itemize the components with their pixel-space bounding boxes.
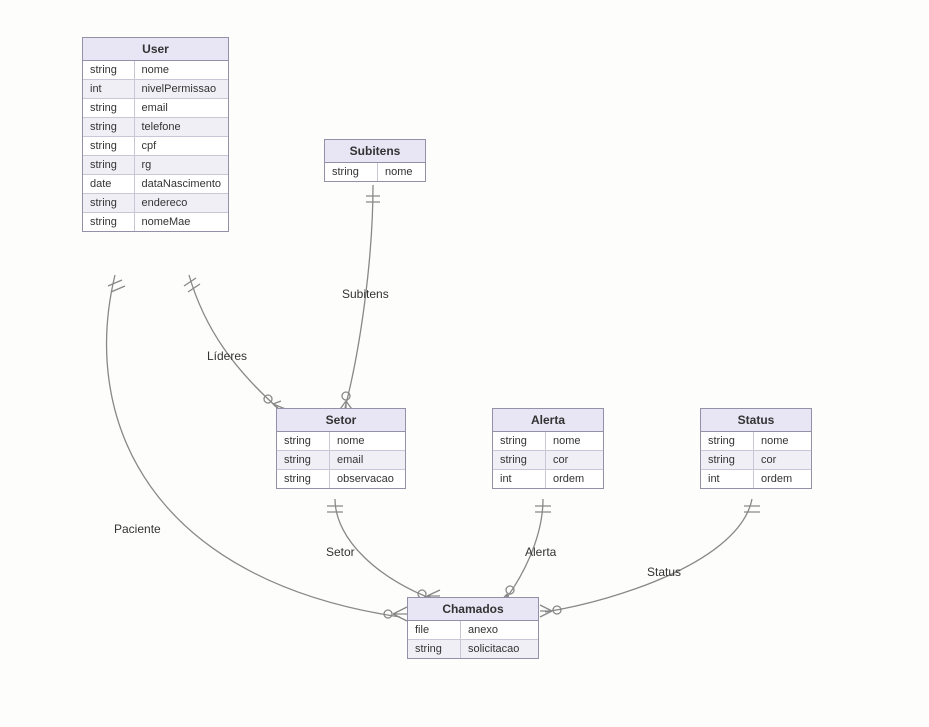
entity-title: Status: [701, 409, 811, 432]
entity-subitens: Subitens stringnome: [324, 139, 426, 182]
entity-attributes: stringnome: [325, 163, 425, 181]
entity-title: Chamados: [408, 598, 538, 621]
entity-attributes: stringnome intnivelPermissao stringemail…: [83, 61, 228, 231]
edge-status: [545, 499, 752, 612]
entity-chamados: Chamados fileanexo stringsolicitacao: [407, 597, 539, 659]
relationship-label-lideres: Líderes: [207, 349, 247, 363]
entity-title: Alerta: [493, 409, 603, 432]
entity-user: User stringnome intnivelPermissao string…: [82, 37, 229, 232]
entity-attributes: stringnome stringcor intordem: [701, 432, 811, 488]
entity-title: Setor: [277, 409, 405, 432]
entity-attributes: stringnome stringemail stringobservacao: [277, 432, 405, 488]
entity-attributes: fileanexo stringsolicitacao: [408, 621, 538, 658]
entity-status: Status stringnome stringcor intordem: [700, 408, 812, 489]
relationship-label-subitens: Subitens: [342, 287, 389, 301]
entity-title: Subitens: [325, 140, 425, 163]
relationship-label-status: Status: [647, 565, 681, 579]
entity-alerta: Alerta stringnome stringcor intordem: [492, 408, 604, 489]
edge-lideres: [189, 275, 280, 410]
relationship-label-setor: Setor: [326, 545, 355, 559]
relationship-label-paciente: Paciente: [114, 522, 161, 536]
entity-title: User: [83, 38, 228, 61]
entity-setor: Setor stringnome stringemail stringobser…: [276, 408, 406, 489]
entity-attributes: stringnome stringcor intordem: [493, 432, 603, 488]
relationship-label-alerta: Alerta: [525, 545, 556, 559]
